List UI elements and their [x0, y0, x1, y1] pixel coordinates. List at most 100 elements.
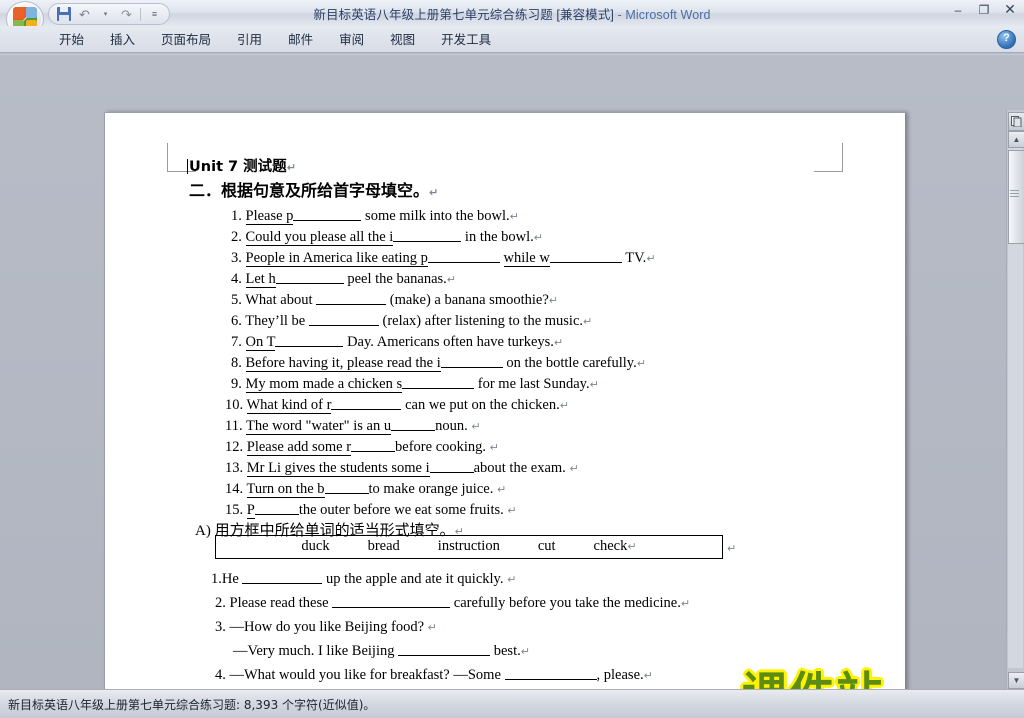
item-text-before: The word "water" is an u — [245, 418, 392, 435]
browse-object-top-icon[interactable] — [1008, 112, 1024, 131]
word-bank-item: duck — [301, 538, 330, 554]
title-bar: ↶ ▾ ↷ ≡ 新目标英语八年级上册第七单元综合练习题 [兼容模式] - Mic… — [0, 0, 1024, 37]
paragraph-mark: ↵ — [533, 231, 544, 244]
window-title: 新目标英语八年级上册第七单元综合练习题 [兼容模式] - Microsoft W… — [0, 4, 1024, 23]
section-a-item-3-answer: —Very much. I like Beijing best.↵ — [233, 644, 530, 659]
item-text-before: Turn on the b — [246, 481, 325, 498]
tab-insert[interactable]: 插入 — [97, 26, 148, 52]
fill-item-13: 13. Mr Li gives the students some i about… — [225, 460, 579, 477]
item-text-after: (make) a banana smoothie? — [389, 292, 549, 308]
restore-button[interactable]: ❐ — [974, 2, 994, 17]
item-text-after: Day. Americans often have turkeys. — [347, 334, 554, 350]
paragraph-mark: ↵ — [286, 161, 296, 174]
wordbox-trailing-mark: ↵ — [727, 541, 736, 556]
item-text-after: about the exam. — [473, 460, 566, 476]
help-icon[interactable]: ? — [997, 30, 1016, 49]
scrollbar-thumb[interactable] — [1008, 150, 1024, 244]
word-bank-item-last: check↵ — [593, 538, 637, 554]
item-number: 12. — [225, 439, 244, 455]
section-a-item-1: 1.He up the apple and ate it quickly. ↵ — [211, 572, 516, 587]
item-text-after: for me last Sunday. — [477, 376, 590, 392]
item-number: 9. — [231, 376, 242, 392]
doc-title: Unit 7 测试题 — [189, 159, 287, 175]
item-text-before: Please read these — [229, 595, 329, 611]
tab-references[interactable]: 引用 — [224, 26, 275, 52]
paragraph-mark: ↵ — [471, 420, 481, 433]
paragraph-mark: ↵ — [489, 441, 499, 454]
section-a-item-2: 2. Please read these carefully before yo… — [215, 596, 690, 611]
scrollbar-thumb-grip — [1010, 190, 1019, 197]
tab-mailings[interactable]: 邮件 — [275, 26, 326, 52]
item-text-before: Could you please all the i — [245, 229, 394, 246]
item-text-before: Please add some r — [246, 439, 352, 456]
section-two-heading-line: 二．根据句意及所给首字母填空。↵ — [189, 183, 438, 200]
item-text-before: P — [246, 502, 255, 519]
document-workspace: Unit 7 测试题↵ 二．根据句意及所给首字母填空。↵ 1. Please p… — [0, 55, 1024, 718]
fill-item-1: 1. Please p some milk into the bowl.↵ — [231, 208, 519, 225]
item-number: 13. — [225, 460, 244, 476]
tab-home[interactable]: 开始 — [46, 26, 97, 52]
item-number: 1. — [231, 208, 242, 224]
item-text-before: —How do you like Beijing food? — [229, 619, 425, 635]
fill-item-4: 4. Let h peel the bananas.↵ — [231, 271, 456, 288]
item-text-after: on the bottle carefully. — [506, 355, 637, 371]
item-text-after: best. — [493, 643, 521, 659]
document-page[interactable]: Unit 7 测试题↵ 二．根据句意及所给首字母填空。↵ 1. Please p… — [104, 112, 905, 718]
window-controls: – ❐ ✕ — [948, 1, 1020, 17]
paragraph-mark: ↵ — [507, 573, 517, 586]
vertical-scrollbar[interactable]: ▲ ▼ — [1006, 110, 1024, 718]
item-text-after: TV. — [625, 250, 647, 266]
paragraph-mark: ↵ — [548, 294, 558, 307]
item-text-before: What about — [245, 292, 313, 308]
fill-item-6: 6. They’ll be (relax) after listening to… — [231, 314, 592, 329]
tab-view[interactable]: 视图 — [377, 26, 428, 52]
fill-item-3: 3. People in America like eating p while… — [231, 250, 656, 267]
item-number: 2. — [215, 595, 226, 611]
word-bank-item: bread — [367, 538, 400, 554]
minimize-button[interactable]: – — [948, 2, 968, 17]
tab-developer[interactable]: 开发工具 — [428, 26, 504, 52]
item-text-after: noun. — [435, 418, 468, 434]
doc-title-line: Unit 7 测试题↵ — [189, 160, 296, 175]
item-text-after: to make orange juice. — [368, 481, 494, 497]
status-text: 新目标英语八年级上册第七单元综合练习题: 8,393 个字符(近似值)。 — [8, 698, 376, 712]
paragraph-mark: ↵ — [520, 645, 530, 658]
item-text-after: can we put on the chicken. — [405, 397, 560, 413]
item-text-after: (relax) after listening to the music. — [382, 313, 584, 329]
paragraph-mark: ↵ — [429, 186, 439, 199]
item-text-before: What kind of r — [246, 397, 332, 414]
item-text-before: They’ll be — [245, 313, 306, 329]
fill-item-5: 5. What about (make) a banana smoothie?↵ — [231, 293, 558, 308]
item-number: 4. — [215, 667, 226, 683]
item-text-before: Please p — [245, 208, 294, 225]
tab-review[interactable]: 审阅 — [326, 26, 377, 52]
item-number: 6. — [231, 313, 242, 329]
item-number: 3. — [215, 619, 226, 635]
paragraph-mark: ↵ — [559, 399, 569, 412]
item-text-after: in the bowl. — [464, 229, 534, 245]
item-text-mid: while w — [503, 250, 550, 267]
scroll-down-button[interactable]: ▼ — [1008, 672, 1024, 689]
item-number: 8. — [231, 355, 242, 371]
item-text-after: up the apple and ate it quickly. — [326, 571, 504, 587]
section-a-item-3: 3. —How do you like Beijing food? ↵ — [215, 620, 437, 635]
item-number: 15. — [225, 502, 244, 518]
paragraph-mark: ↵ — [446, 273, 456, 286]
item-number: 1. — [211, 571, 222, 587]
fill-item-12: 12. Please add some r before cooking. ↵ — [225, 439, 499, 456]
close-button[interactable]: ✕ — [1000, 1, 1020, 17]
item-text-before: On T — [245, 334, 276, 351]
paragraph-mark: ↵ — [553, 336, 564, 349]
fill-item-9: 9. My mom made a chicken s for me last S… — [231, 376, 599, 393]
status-bar: 新目标英语八年级上册第七单元综合练习题: 8,393 个字符(近似值)。 — [0, 689, 1024, 718]
paragraph-mark: ↵ — [509, 210, 519, 223]
word-bank-item: cut — [537, 538, 556, 554]
fill-item-8: 8. Before having it, please read the i o… — [231, 355, 646, 372]
item-text-before: My mom made a chicken s — [245, 376, 403, 393]
paragraph-mark: ↵ — [507, 504, 517, 517]
tab-page-layout[interactable]: 页面布局 — [148, 26, 224, 52]
scroll-up-button[interactable]: ▲ — [1008, 131, 1024, 148]
title-app-name: Microsoft Word — [625, 8, 711, 22]
item-text-before: Mr Li gives the students some i — [246, 460, 430, 477]
paragraph-mark: ↵ — [583, 315, 593, 328]
